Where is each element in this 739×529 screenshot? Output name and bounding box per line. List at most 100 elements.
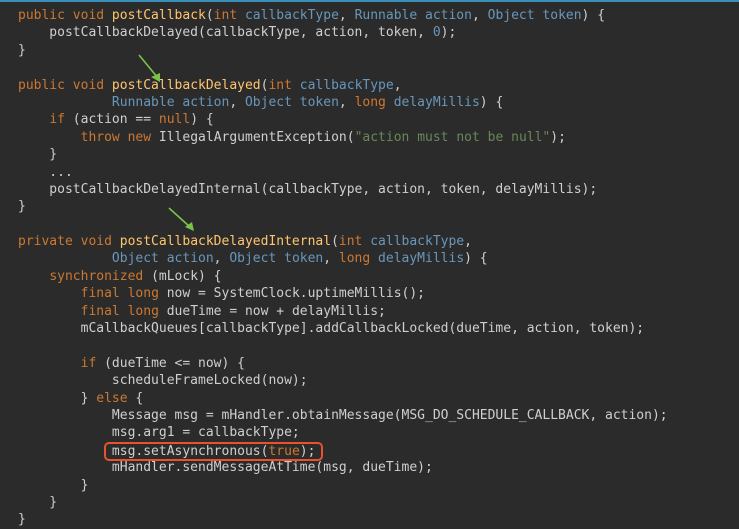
code-token: msg.setAsynchronous( bbox=[111, 443, 269, 459]
code-token: now = SystemClock.uptimeMillis(); bbox=[166, 286, 425, 302]
code-string: "action must not be null" bbox=[354, 129, 551, 145]
method-name: postCallback bbox=[111, 8, 206, 23]
code-keyword: public void bbox=[18, 8, 112, 23]
code-keyword: private void bbox=[18, 234, 120, 250]
code-token: ); bbox=[440, 25, 457, 41]
code-line: msg.arg1 = callbackType; bbox=[0, 424, 739, 441]
code-token: , bbox=[338, 94, 355, 110]
code-keyword: final long bbox=[80, 286, 167, 302]
code-line: Runnable action, Object token, long dela… bbox=[0, 94, 739, 111]
code-token: Message msg = mHandler.obtainMessage(MSG… bbox=[18, 407, 668, 423]
code-token: (dueTime <= now) { bbox=[104, 355, 245, 371]
code-keyword: true bbox=[268, 443, 300, 459]
code-editor: public void postCallback(int callbackTyp… bbox=[0, 0, 739, 529]
code-param: callbackType bbox=[244, 8, 339, 23]
code-token: , bbox=[338, 8, 355, 23]
code-param: Object token bbox=[487, 8, 582, 23]
code-token: ... bbox=[18, 164, 73, 180]
code-line: } bbox=[0, 511, 739, 528]
code-token: ( bbox=[205, 8, 214, 23]
code-line: mHandler.sendMessageAtTime(msg, dueTime)… bbox=[0, 459, 739, 476]
code-token: , bbox=[229, 94, 245, 110]
code-line: msg.setAsynchronous(true); bbox=[0, 441, 739, 461]
code-param: Object token bbox=[244, 94, 339, 110]
code-keyword: int bbox=[268, 77, 300, 93]
code-block: public void postCallback(int callbackTyp… bbox=[0, 2, 739, 529]
code-token: } bbox=[18, 199, 26, 215]
code-token: } bbox=[18, 42, 26, 58]
code-token: (mLock) { bbox=[151, 268, 222, 284]
code-line: throw new IllegalArgumentException("acti… bbox=[0, 129, 739, 146]
code-line: final long dueTime = now + delayMillis; bbox=[0, 303, 739, 320]
code-line: } bbox=[0, 477, 739, 494]
code-keyword: int bbox=[213, 8, 245, 23]
code-line: private void postCallbackDelayedInternal… bbox=[0, 233, 739, 250]
code-line: } bbox=[0, 146, 739, 163]
code-token: ) { bbox=[581, 8, 606, 23]
code-line: Object action, Object token, long delayM… bbox=[0, 250, 739, 267]
code-line: } bbox=[0, 198, 739, 215]
code-line: postCallbackDelayedInternal(callbackType… bbox=[0, 181, 739, 198]
code-line: } bbox=[0, 494, 739, 511]
code-token: IllegalArgumentException( bbox=[158, 129, 355, 145]
arrow-icon bbox=[138, 54, 160, 82]
code-param: Runnable action bbox=[354, 8, 472, 23]
code-token: , bbox=[393, 77, 402, 93]
code-line: ... bbox=[0, 164, 739, 181]
highlight-box: msg.setAsynchronous(true); bbox=[103, 441, 324, 461]
arrow-icon bbox=[168, 207, 194, 231]
code-token: ( bbox=[331, 234, 339, 250]
code-keyword: final long bbox=[80, 303, 167, 319]
code-line: scheduleFrameLocked(now); bbox=[0, 372, 739, 389]
code-param: callbackType bbox=[370, 234, 465, 250]
code-param: delayMillis bbox=[393, 94, 480, 110]
code-token: ) { bbox=[190, 112, 214, 128]
code-line: postCallbackDelayed(callbackType, action… bbox=[0, 24, 739, 41]
code-token: } bbox=[18, 512, 26, 528]
code-param: Object action bbox=[111, 251, 214, 267]
code-token: ); bbox=[550, 129, 566, 145]
code-keyword: throw new bbox=[80, 129, 159, 145]
code-token: ); bbox=[299, 443, 316, 459]
code-line: if (dueTime <= now) { bbox=[0, 355, 739, 372]
code-keyword: if bbox=[49, 112, 73, 128]
code-token: } bbox=[18, 147, 58, 163]
code-param: callbackType bbox=[299, 77, 394, 93]
code-token: postCallbackDelayedInternal(callbackType… bbox=[18, 181, 598, 197]
code-token: scheduleFrameLocked(now); bbox=[18, 373, 308, 389]
code-keyword: else bbox=[96, 390, 136, 406]
code-token: mCallbackQueues[callbackType].addCallbac… bbox=[18, 321, 645, 337]
code-line: synchronized (mLock) { bbox=[0, 268, 739, 285]
code-token: postCallbackDelayed(callbackType, action… bbox=[18, 25, 433, 41]
code-line: mCallbackQueues[callbackType].addCallbac… bbox=[0, 320, 739, 337]
code-keyword: null bbox=[158, 112, 191, 128]
code-token: ) { bbox=[464, 251, 488, 267]
method-name: postCallbackDelayed bbox=[111, 77, 261, 93]
code-line: } else { bbox=[0, 390, 739, 407]
code-keyword: long bbox=[338, 251, 379, 267]
code-line: if (action == null) { bbox=[0, 111, 739, 128]
code-token: , bbox=[213, 251, 230, 267]
code-keyword: synchronized bbox=[49, 268, 152, 284]
code-token: , bbox=[464, 234, 472, 250]
code-keyword: int bbox=[338, 234, 371, 250]
code-number: 0 bbox=[432, 25, 441, 41]
code-token: ) { bbox=[479, 94, 504, 110]
code-token: { bbox=[135, 390, 144, 406]
code-token: , bbox=[323, 251, 339, 267]
code-line: public void postCallbackDelayed(int call… bbox=[0, 77, 739, 94]
code-param: Object token bbox=[229, 251, 324, 267]
code-line: } bbox=[0, 42, 739, 59]
code-line: final long now = SystemClock.uptimeMilli… bbox=[0, 285, 739, 302]
